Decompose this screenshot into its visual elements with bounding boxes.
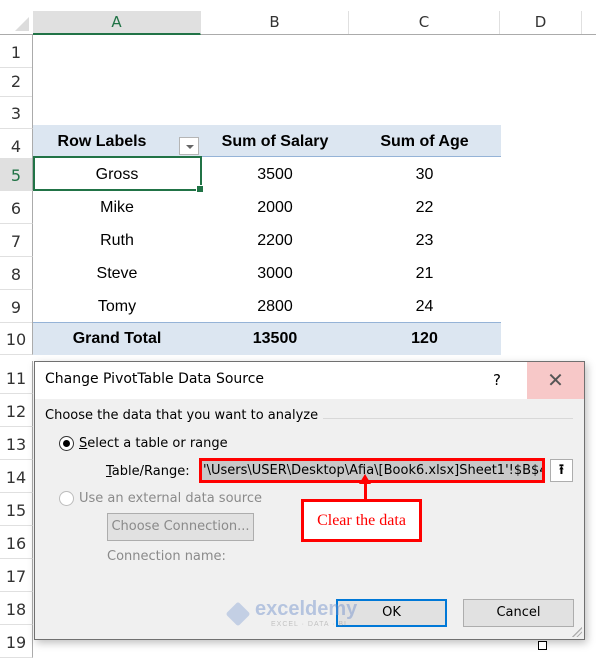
salary-cell[interactable]: 3500 (201, 158, 349, 191)
column-header-d[interactable]: D (500, 11, 582, 34)
row-header-18[interactable]: 18 (0, 592, 33, 625)
group-label: Choose the data that you want to analyze (45, 408, 324, 423)
filter-dropdown-button[interactable] (179, 137, 199, 155)
exceldemy-watermark: exceldemy EXCEL · DATA · BI (225, 598, 368, 631)
row-header-7[interactable]: 7 (0, 224, 33, 257)
dialog-titlebar[interactable]: Change PivotTable Data Source ? ✕ (35, 362, 584, 399)
column-header-a[interactable]: A (33, 11, 201, 35)
salary-cell[interactable]: 3000 (201, 257, 349, 290)
watermark-name: exceldemy (255, 598, 358, 620)
label-text: elect a table or range (87, 436, 228, 451)
table-range-input[interactable]: '\Users\USER\Desktop\Afia\[Book6.xlsx]Sh… (199, 458, 545, 483)
annotation-arrow-line (364, 482, 367, 500)
row-label-cell[interactable]: Steve (33, 257, 201, 290)
age-cell[interactable]: 24 (349, 290, 500, 323)
grand-total-age[interactable]: 120 (349, 322, 500, 355)
access-key: U (79, 491, 89, 506)
age-cell[interactable]: 21 (349, 257, 500, 290)
row-header-14[interactable]: 14 (0, 460, 33, 493)
label-text: se an external data source (88, 491, 262, 506)
resize-grip-icon[interactable] (572, 627, 582, 637)
close-icon: ✕ (547, 368, 564, 392)
row-header-3[interactable]: 3 (0, 96, 33, 129)
row-header-17[interactable]: 17 (0, 559, 33, 592)
connection-name-label: Connection name: (107, 549, 226, 564)
external-data-source-label[interactable]: Use an external data source (79, 491, 262, 506)
age-cell[interactable]: 22 (349, 191, 500, 224)
salary-cell[interactable]: 2200 (201, 224, 349, 257)
row-header-10[interactable]: 10 (0, 322, 33, 355)
column-header-b[interactable]: B (201, 11, 349, 34)
row-header-8[interactable]: 8 (0, 257, 33, 290)
age-cell[interactable]: 30 (349, 158, 500, 191)
select-table-range-radio[interactable] (59, 436, 74, 451)
row-label-cell[interactable]: Mike (33, 191, 201, 224)
cancel-button[interactable]: Cancel (463, 599, 574, 627)
row-header-12[interactable]: 12 (0, 394, 33, 427)
salary-cell[interactable]: 2800 (201, 290, 349, 323)
grand-total-salary[interactable]: 13500 (201, 322, 349, 355)
row-header-2[interactable]: 2 (0, 64, 33, 97)
active-cell-selection[interactable] (33, 156, 204, 193)
close-button[interactable]: ✕ (527, 362, 584, 399)
upload-arrow-icon: ⭱ (559, 462, 564, 478)
row-header-13[interactable]: 13 (0, 427, 33, 460)
row-header-6[interactable]: 6 (0, 191, 33, 224)
pivot-header-sum-salary[interactable]: Sum of Salary (201, 125, 349, 158)
mouse-cursor-icon (538, 641, 547, 650)
column-header-row: A B C D (0, 11, 596, 35)
collapse-dialog-button[interactable]: ⭱ (550, 459, 573, 482)
external-data-source-radio[interactable] (59, 491, 74, 506)
row-header-5[interactable]: 5 (0, 158, 33, 191)
row-header-16[interactable]: 16 (0, 526, 33, 559)
watermark-tagline: EXCEL · DATA · BI (271, 621, 347, 628)
row-header-15[interactable]: 15 (0, 493, 33, 526)
pivot-header-row-labels[interactable]: Row Labels (33, 125, 201, 158)
annotation-callout: Clear the data (301, 499, 422, 542)
row-header-19[interactable]: 19 (0, 625, 33, 658)
column-header-c[interactable]: C (349, 11, 500, 34)
age-cell[interactable]: 23 (349, 224, 500, 257)
salary-cell[interactable]: 2000 (201, 191, 349, 224)
choose-connection-button[interactable]: Choose Connection... (107, 513, 254, 541)
table-range-label: Table/Range: (106, 464, 190, 479)
dialog-title: Change PivotTable Data Source (45, 371, 265, 387)
label-text: able/Range: (111, 464, 190, 479)
row-label-cell[interactable]: Tomy (33, 290, 201, 323)
grand-total-label[interactable]: Grand Total (33, 322, 201, 355)
select-all-corner[interactable] (0, 11, 33, 34)
exceldemy-logo-icon (225, 601, 251, 627)
help-button[interactable]: ? (485, 368, 509, 392)
row-header-9[interactable]: 9 (0, 290, 33, 323)
pivot-header-sum-age[interactable]: Sum of Age (349, 125, 500, 158)
select-table-range-label[interactable]: Select a table or range (79, 436, 228, 451)
row-header-11[interactable]: 11 (0, 361, 33, 394)
row-label-cell[interactable]: Ruth (33, 224, 201, 257)
